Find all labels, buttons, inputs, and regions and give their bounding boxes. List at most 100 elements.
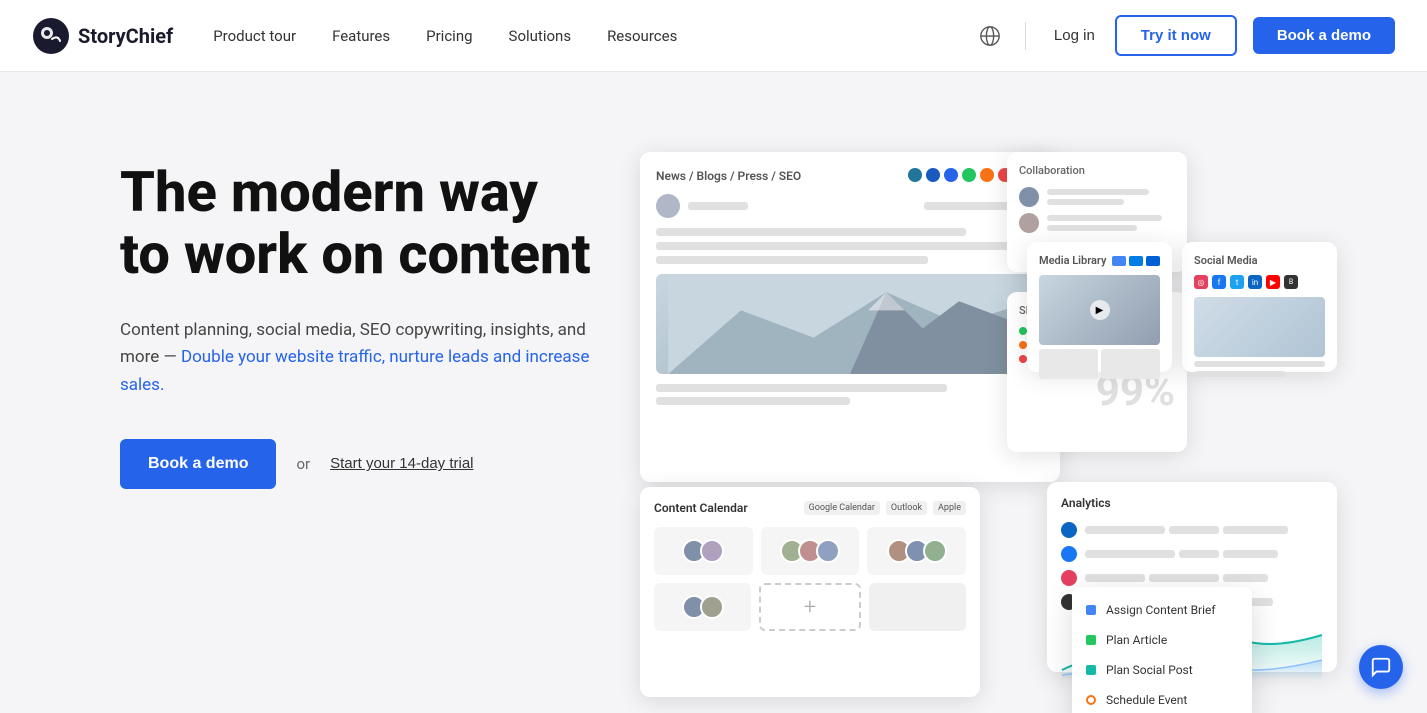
collab-line-2 <box>1047 199 1124 205</box>
book-demo-nav-button[interactable]: Book a demo <box>1253 17 1395 54</box>
book-demo-hero-button[interactable]: Book a demo <box>120 439 276 489</box>
seo-dot-green <box>1019 327 1027 335</box>
editor-header: News / Blogs / Press / SEO + <box>656 168 1044 184</box>
calendar-row-2: + <box>654 583 966 631</box>
media-grid-item-1 <box>1039 349 1098 379</box>
context-item-social[interactable]: Plan Social Post <box>1072 655 1252 685</box>
hero-cta: Book a demo or Start your 14-day trial <box>120 439 600 489</box>
twitter-icon: t <box>1230 275 1244 289</box>
context-item-brief[interactable]: Assign Content Brief <box>1072 595 1252 625</box>
media-title-text: Media Library <box>1039 254 1106 267</box>
social-media-card: Social Media ◎ f t in ▶ B <box>1182 242 1337 372</box>
editor-content-lines <box>656 228 1044 264</box>
context-label-social: Plan Social Post <box>1106 663 1193 677</box>
facebook-icon: f <box>1212 275 1226 289</box>
bar-3a <box>1085 574 1145 582</box>
context-label-schedule: Schedule Event <box>1106 693 1187 707</box>
login-button[interactable]: Log in <box>1050 19 1099 52</box>
start-trial-button[interactable]: Start your 14-day trial <box>330 455 473 472</box>
add-event-icon[interactable]: + <box>804 595 816 620</box>
seo-dot-red <box>1019 355 1027 363</box>
navbar: StoryChief Product tour Features Pricing… <box>0 0 1427 72</box>
collab-row-2 <box>1019 213 1175 233</box>
platform-icon-2 <box>962 168 976 182</box>
media-thumbnail: ▶ <box>1039 275 1160 345</box>
apple-badge: Apple <box>933 501 966 515</box>
content-line-2 <box>656 242 1025 250</box>
word-icon <box>926 168 940 182</box>
analytics-row-facebook <box>1061 546 1323 562</box>
avatars-group-3 <box>887 539 947 563</box>
calendar-cell-2 <box>761 527 860 575</box>
calendar-row-1 <box>654 527 966 575</box>
media-cloud-icons <box>1112 256 1160 266</box>
analytics-title: Analytics <box>1061 496 1323 510</box>
platform-icon-1 <box>944 168 958 182</box>
content-line-3 <box>656 256 928 264</box>
social-image-preview <box>1194 297 1325 357</box>
analytics-row-instagram <box>1061 570 1323 586</box>
media-library-card: Media Library ▶ <box>1027 242 1172 372</box>
hero-desc-link[interactable]: Double your website traffic, nurture lea… <box>120 347 589 394</box>
analytics-facebook-icon <box>1061 546 1077 562</box>
dropbox-icon <box>1129 256 1143 266</box>
analytics-row-linkedin <box>1061 522 1323 538</box>
avatars-group-1 <box>682 539 724 563</box>
editor-author-row <box>656 194 1044 218</box>
bar-2c <box>1223 550 1278 558</box>
calendar-cell-3 <box>867 527 966 575</box>
analytics-bars-1 <box>1085 526 1323 534</box>
nav-divider <box>1025 22 1026 50</box>
social-title: Social Media <box>1194 254 1325 267</box>
chat-icon <box>1370 656 1392 678</box>
calendar-integrations: Google Calendar Outlook Apple <box>804 501 966 515</box>
bar-1c <box>1223 526 1288 534</box>
other-platform-icon: B <box>1284 275 1298 289</box>
linkedin-icon: in <box>1248 275 1262 289</box>
editor-header-text: News / Blogs / Press / SEO <box>656 169 801 183</box>
context-menu: Assign Content Brief Plan Article Plan S… <box>1072 587 1252 713</box>
nav-solutions[interactable]: Solutions <box>509 27 572 45</box>
editor-image <box>656 274 1044 374</box>
calendar-cell-4 <box>654 583 751 631</box>
nav-features[interactable]: Features <box>332 27 390 45</box>
play-button[interactable]: ▶ <box>1090 300 1110 320</box>
context-item-schedule[interactable]: Schedule Event <box>1072 685 1252 713</box>
outlook-badge: Outlook <box>886 501 927 515</box>
social-line-2 <box>1194 371 1286 377</box>
hero-mockups: News / Blogs / Press / SEO + <box>640 132 1347 712</box>
media-grid-item-2 <box>1101 349 1160 379</box>
media-title: Media Library <box>1039 254 1160 267</box>
globe-icon[interactable] <box>979 25 1001 47</box>
avatar-10 <box>700 595 724 619</box>
social-lines <box>1194 361 1325 377</box>
analytics-instagram-icon <box>1061 570 1077 586</box>
editor-bottom-lines <box>656 384 1044 405</box>
box-icon <box>1146 256 1160 266</box>
try-now-button[interactable]: Try it now <box>1115 15 1237 56</box>
social-platform-icons: ◎ f t in ▶ B <box>1194 275 1325 289</box>
nav-actions: Log in Try it now Book a demo <box>979 15 1395 56</box>
context-item-article[interactable]: Plan Article <box>1072 625 1252 655</box>
collab-line-1 <box>1047 189 1149 195</box>
bar-2a <box>1085 550 1175 558</box>
context-article-icon <box>1086 635 1096 645</box>
nav-product-tour[interactable]: Product tour <box>213 27 296 45</box>
editor-card: News / Blogs / Press / SEO + <box>640 152 1060 482</box>
content-calendar-card: Content Calendar Google Calendar Outlook… <box>640 487 980 697</box>
hero-title: The modern way to work on content <box>120 162 600 285</box>
collab-row-1 <box>1019 187 1175 207</box>
platform-icon-3 <box>980 168 994 182</box>
calendar-title: Content Calendar <box>654 501 748 515</box>
bar-1b <box>1169 526 1219 534</box>
collab-line-3 <box>1047 215 1162 221</box>
social-line-1 <box>1194 361 1325 367</box>
nav-resources[interactable]: Resources <box>607 27 677 45</box>
brand-logo[interactable]: StoryChief <box>32 17 173 55</box>
context-label-article: Plan Article <box>1106 633 1167 647</box>
hero-description: Content planning, social media, SEO copy… <box>120 317 600 399</box>
chat-bubble[interactable] <box>1359 645 1403 689</box>
calendar-grid: + <box>654 527 966 631</box>
avatars-group-2 <box>780 539 840 563</box>
nav-pricing[interactable]: Pricing <box>426 27 472 45</box>
